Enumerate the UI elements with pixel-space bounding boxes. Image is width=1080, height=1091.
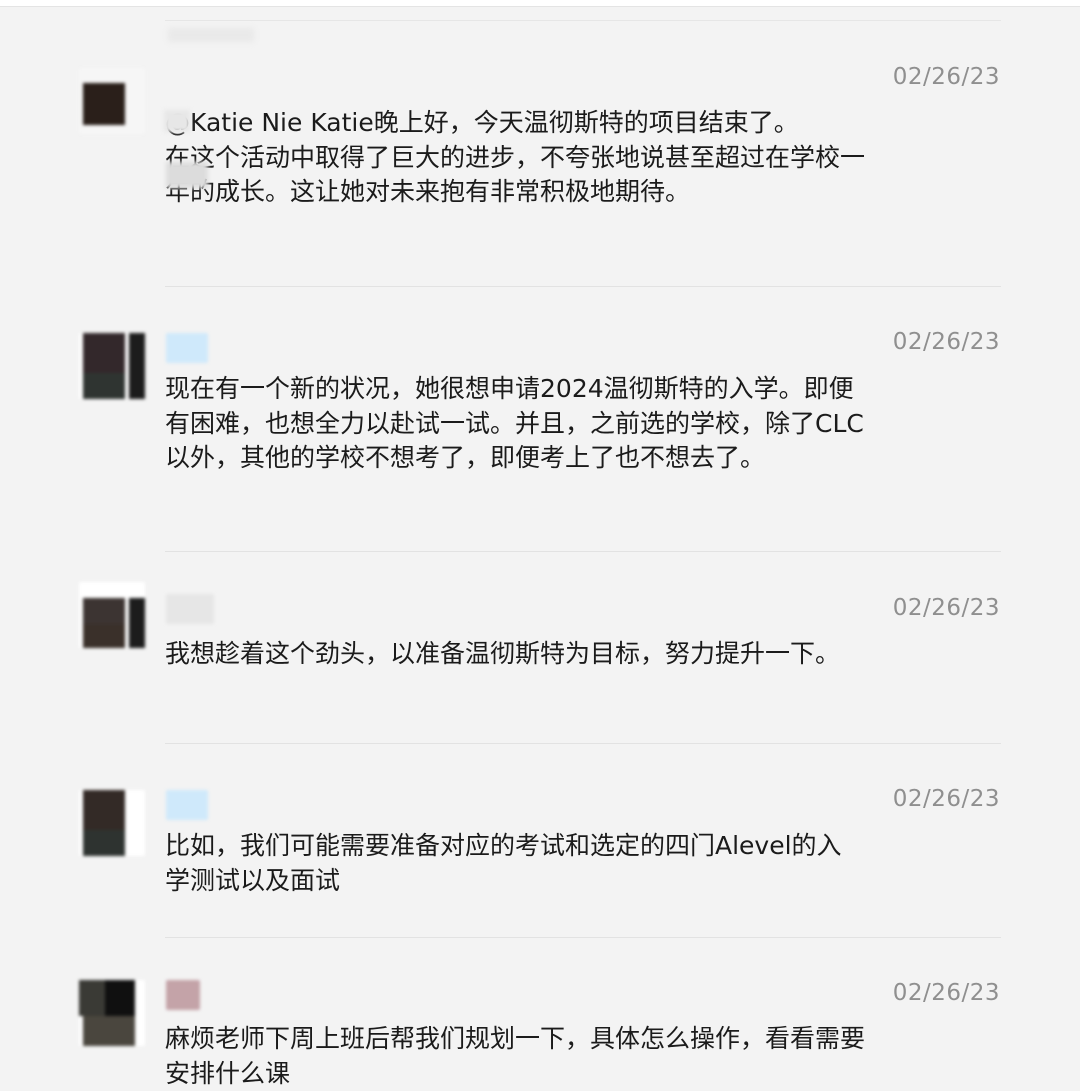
redacted-area (168, 28, 254, 42)
avatar[interactable] (79, 582, 145, 648)
message-timestamp: 02/26/23 (892, 786, 1000, 812)
top-bar (0, 0, 1080, 7)
message-text: @Katie Nie Katie晚上好，今天温彻斯特的项目结束了。 在这个活动中… (165, 108, 866, 206)
sender-name (166, 980, 200, 1010)
sender-name (166, 594, 214, 624)
avatar[interactable] (79, 790, 145, 856)
message-divider (165, 286, 1001, 287)
message-divider (165, 551, 1001, 552)
avatar[interactable] (79, 980, 145, 1046)
message-timestamp: 02/26/23 (892, 595, 1000, 621)
message-text: 现在有一个新的状况，她很想申请2024温彻斯特的入学。即便有困难，也想全力以赴试… (165, 374, 864, 472)
message-text: 比如，我们可能需要准备对应的考试和选定的四门Alevel的入学测试以及面试 (165, 831, 842, 895)
redacted-name (166, 162, 208, 188)
message-timestamp: 02/26/23 (892, 980, 1000, 1006)
top-divider (165, 20, 1001, 21)
message-divider (165, 743, 1001, 744)
message-text: 麻烦老师下周上班后帮我们规划一下，具体怎么操作，看看需要安排什么课 (165, 1024, 866, 1088)
message-text: 我想趁着这个劲头，以准备温彻斯特为目标，努力提升一下。 (165, 639, 841, 668)
avatar[interactable] (79, 333, 145, 399)
redacted-mention (164, 110, 190, 132)
message-timestamp: 02/26/23 (892, 329, 1000, 355)
message-divider (165, 937, 1001, 938)
sender-name (166, 333, 208, 363)
avatar[interactable] (79, 68, 145, 134)
sender-name (166, 790, 208, 820)
message-timestamp: 02/26/23 (892, 64, 1000, 90)
